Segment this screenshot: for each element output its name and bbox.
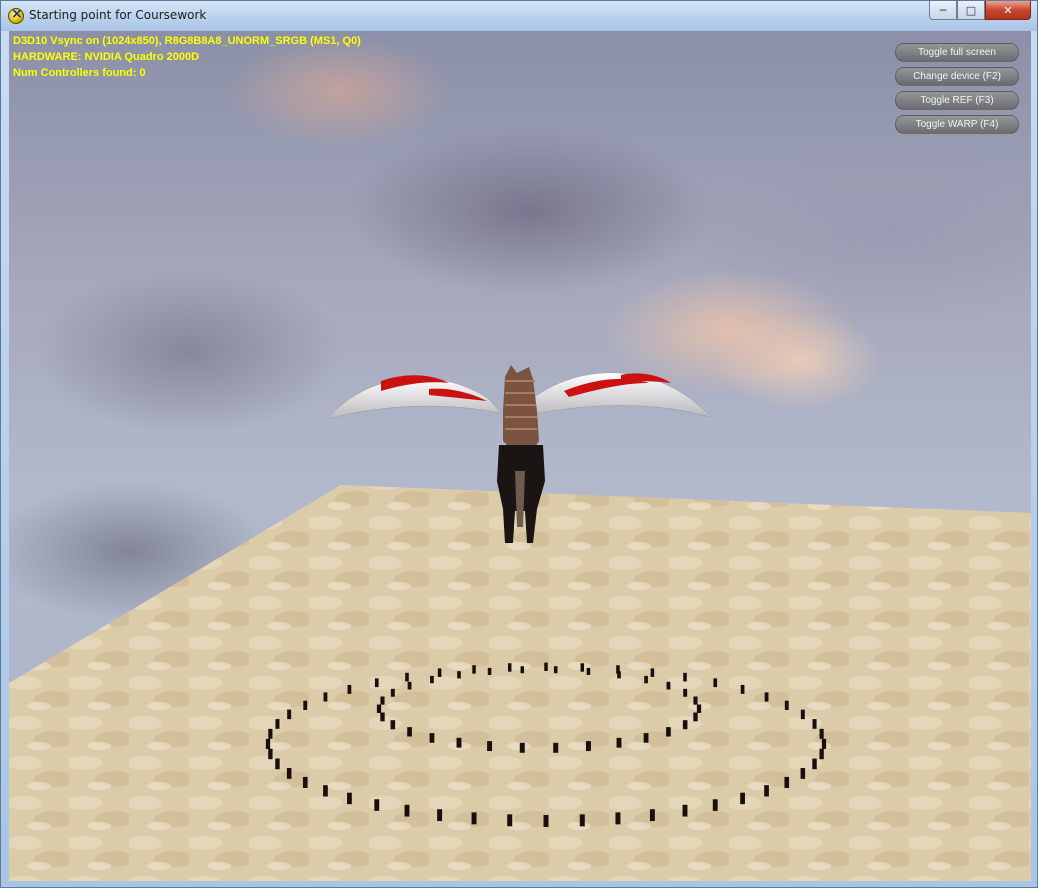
candle <box>666 727 671 737</box>
candle <box>456 737 462 748</box>
candle <box>544 662 548 671</box>
candle <box>683 672 687 682</box>
app-window: Starting point for Coursework ─ □ ✕ <box>0 0 1038 888</box>
candle <box>374 799 380 811</box>
candle <box>390 720 396 730</box>
candle <box>390 688 395 697</box>
candle <box>374 678 379 688</box>
candle <box>693 696 698 705</box>
left-wing <box>326 375 502 420</box>
candle <box>268 728 273 739</box>
minimize-button[interactable]: ─ <box>929 1 957 20</box>
candle <box>404 804 410 817</box>
candle <box>682 804 688 817</box>
caption-buttons: ─ □ ✕ <box>929 1 1031 21</box>
change-device-button[interactable]: Change device (F2) <box>895 67 1019 86</box>
window-title: Starting point for Coursework <box>29 8 207 22</box>
candle <box>287 709 292 720</box>
candle <box>268 748 273 760</box>
candle <box>764 692 769 702</box>
candle <box>800 767 806 779</box>
candle <box>543 815 549 827</box>
candle <box>323 785 328 797</box>
candle <box>800 709 805 720</box>
candle <box>819 748 824 760</box>
candle <box>347 792 352 805</box>
directx-app-icon[interactable] <box>8 6 24 24</box>
candle <box>683 688 688 697</box>
candle <box>437 809 443 822</box>
candle <box>376 704 382 713</box>
candle <box>407 727 412 737</box>
candle <box>487 667 492 675</box>
candle <box>507 814 513 827</box>
candle <box>303 700 308 710</box>
candle <box>693 712 698 722</box>
candle <box>764 785 769 797</box>
candle <box>405 672 409 682</box>
candle <box>380 696 385 705</box>
candle <box>666 681 671 690</box>
close-button[interactable]: ✕ <box>985 1 1031 20</box>
candle <box>553 666 558 674</box>
candle <box>380 712 385 722</box>
candle <box>643 733 649 743</box>
candle <box>682 720 688 730</box>
candle <box>265 738 271 749</box>
candle <box>286 767 292 779</box>
candle <box>430 675 434 684</box>
candle <box>821 738 827 749</box>
candle <box>615 812 621 825</box>
candle <box>275 719 280 729</box>
candle <box>553 742 559 753</box>
candle <box>713 678 718 688</box>
candle <box>407 681 412 690</box>
candle <box>507 663 512 672</box>
candle <box>519 742 525 753</box>
candle <box>696 704 702 713</box>
candle <box>784 700 789 710</box>
candle <box>740 684 745 694</box>
candle <box>644 675 648 684</box>
maximize-button[interactable]: □ <box>957 1 985 20</box>
candle <box>520 666 525 674</box>
candle <box>487 741 493 752</box>
toggle-full-screen-button[interactable]: Toggle full screen <box>895 43 1019 62</box>
candle <box>650 668 655 677</box>
hud-hardware-info: HARDWARE: NVIDIA Quadro 2000D <box>13 51 200 63</box>
3d-scene <box>9 365 1031 881</box>
title-bar[interactable]: Starting point for Coursework ─ □ ✕ <box>1 1 1037 31</box>
candle <box>437 668 442 677</box>
candle <box>617 671 621 679</box>
candle <box>471 812 477 825</box>
ground-plane <box>9 485 1031 881</box>
candle <box>580 663 585 672</box>
toggle-ref-button[interactable]: Toggle REF (F3) <box>895 91 1019 110</box>
candle <box>740 792 745 805</box>
candle <box>347 684 352 694</box>
candle <box>585 741 591 752</box>
candle <box>712 799 718 811</box>
render-viewport[interactable]: D3D10 Vsync on (1024x850), R8G8B8A8_UNOR… <box>9 31 1031 881</box>
candle <box>819 728 824 739</box>
right-wing <box>528 372 712 418</box>
candle <box>429 733 435 743</box>
candle <box>302 776 308 788</box>
candle <box>472 665 476 674</box>
candle <box>579 814 585 827</box>
candle <box>275 758 280 770</box>
toggle-warp-button[interactable]: Toggle WARP (F4) <box>895 115 1019 134</box>
candle <box>457 671 461 679</box>
candle <box>784 776 790 788</box>
candle <box>616 737 622 748</box>
hud-controllers-info: Num Controllers found: 0 <box>13 67 146 79</box>
candle <box>586 667 591 675</box>
candle <box>812 758 817 770</box>
hud-device-info: D3D10 Vsync on (1024x850), R8G8B8A8_UNOR… <box>13 35 361 47</box>
candle <box>649 809 655 822</box>
candle <box>323 692 328 702</box>
candle <box>812 719 817 729</box>
